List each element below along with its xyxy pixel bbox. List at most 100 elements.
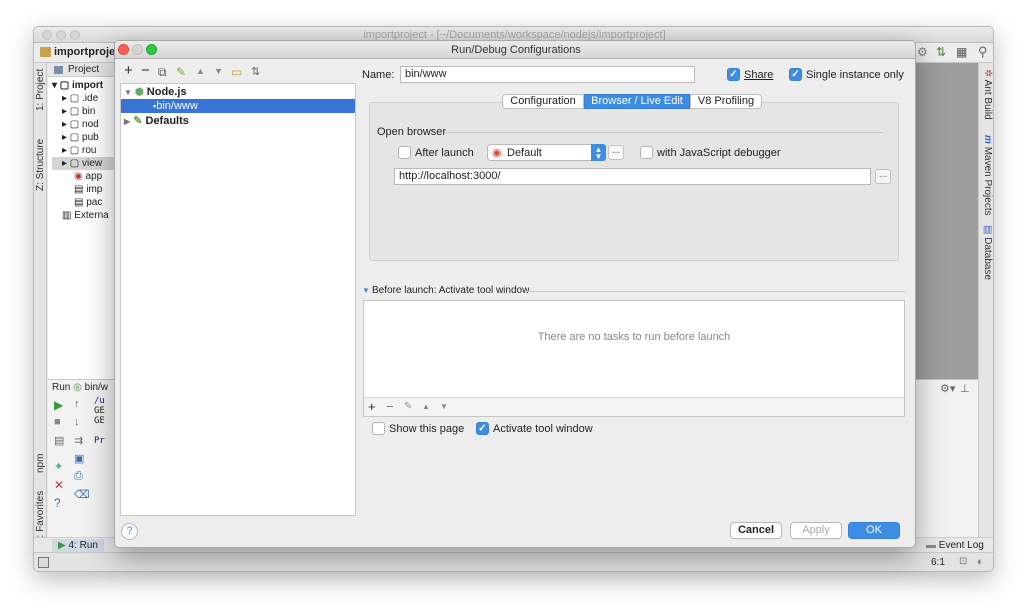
run-tool-tab[interactable]: ▶ 4: Run bbox=[52, 539, 104, 552]
single-instance-label[interactable]: Single instance only bbox=[806, 69, 904, 81]
url-browse-button[interactable]: ... bbox=[875, 169, 891, 184]
dialog-title: Run/Debug Configurations bbox=[115, 41, 915, 59]
right-tool-strip: ✲ Ant Build m Maven Projects ▤ Database bbox=[978, 63, 993, 537]
tab-configuration[interactable]: Configuration bbox=[502, 94, 584, 109]
before-launch-label: Before launch: Activate tool window bbox=[372, 285, 530, 296]
tab-browser-live-edit[interactable]: Browser / Live Edit bbox=[584, 94, 690, 109]
after-launch-checkbox[interactable] bbox=[398, 146, 411, 159]
status-bar: 6:1 ⊡ ◐ bbox=[34, 552, 993, 571]
run-tab-icon: ▶ bbox=[58, 540, 66, 551]
pin-icon[interactable]: ✦ bbox=[54, 460, 63, 473]
console-output[interactable]: /u GE GE Pr bbox=[94, 396, 105, 446]
layout-icon[interactable]: ▤ bbox=[54, 434, 64, 447]
structure-icon[interactable]: ▦ bbox=[956, 45, 967, 59]
share-checkbox[interactable]: ✓ bbox=[727, 68, 740, 81]
edit-task-icon[interactable]: ✎ bbox=[404, 401, 412, 412]
show-page-checkbox[interactable] bbox=[372, 422, 385, 435]
project-tab-label[interactable]: Project bbox=[68, 64, 99, 75]
dialog-minimize-light[interactable] bbox=[132, 44, 143, 55]
project-view-icon bbox=[54, 66, 63, 74]
chevron-updown-icon: ▲ ▼ bbox=[591, 144, 606, 161]
help-button[interactable]: ? bbox=[121, 523, 138, 540]
share-label[interactable]: Share bbox=[744, 69, 773, 81]
vcs-icon[interactable]: ⚙ bbox=[917, 45, 928, 59]
cancel-button[interactable]: Cancel bbox=[730, 522, 782, 539]
defaults-icon: ✎ bbox=[133, 115, 143, 127]
task-down-icon[interactable]: ▼ bbox=[440, 402, 448, 411]
wrap-icon[interactable]: ⇉ bbox=[74, 434, 83, 447]
sync-icon[interactable]: ⇅ bbox=[936, 45, 946, 59]
caret-position[interactable]: 6:1 bbox=[931, 557, 945, 568]
activate-window-checkbox[interactable]: ✓ bbox=[476, 422, 489, 435]
move-down-icon[interactable]: ▼ bbox=[214, 66, 223, 76]
browser-select[interactable]: ◉ Default ▲ ▼ bbox=[487, 144, 606, 161]
dialog-zoom-light[interactable] bbox=[146, 44, 157, 55]
activate-window-label[interactable]: Activate tool window bbox=[493, 423, 593, 435]
tree-node-defaults[interactable]: ▶ ✎ Defaults bbox=[124, 114, 354, 128]
tool-window-toggle-icon[interactable] bbox=[38, 557, 49, 568]
tree-node-bin-www[interactable]: ▪bin/www bbox=[121, 99, 355, 113]
hide-icon[interactable]: ⊥ bbox=[960, 382, 970, 395]
apply-button[interactable]: Apply bbox=[790, 522, 842, 539]
scroll-up-icon[interactable]: ↑ bbox=[74, 398, 80, 410]
stop-icon[interactable]: ■ bbox=[54, 416, 61, 428]
copy-config-icon[interactable]: ⧉ bbox=[158, 65, 167, 80]
section-divider bbox=[445, 132, 883, 133]
before-launch-divider bbox=[526, 291, 905, 292]
remove-config-icon[interactable]: − bbox=[141, 62, 150, 79]
tool-ant-build[interactable]: ✲ Ant Build bbox=[982, 69, 993, 120]
run-debug-dialog: Run/Debug Configurations + − ⧉ ✎ ▲ ▼ ▭ ⇅… bbox=[114, 40, 916, 548]
minimize-light[interactable] bbox=[56, 30, 66, 40]
dialog-close-light[interactable] bbox=[118, 44, 129, 55]
export-icon[interactable]: ⎙ bbox=[74, 470, 83, 483]
zoom-light[interactable] bbox=[70, 30, 80, 40]
search-icon[interactable]: ⚲ bbox=[978, 44, 988, 60]
left-tool-strip: 1: Project Z: Structure npm 2: Favorites bbox=[34, 63, 47, 543]
folder-icon[interactable]: ▭ bbox=[231, 65, 242, 79]
close-light[interactable] bbox=[42, 30, 52, 40]
tool-favorites[interactable]: 2: Favorites bbox=[35, 491, 46, 543]
trash-icon[interactable]: ⌫ bbox=[74, 488, 90, 501]
nodejs-icon: ⬢ bbox=[134, 87, 144, 98]
show-page-label[interactable]: Show this page bbox=[389, 423, 464, 435]
after-launch-label[interactable]: After launch bbox=[415, 147, 474, 159]
tree-node-nodejs[interactable]: ▼ ⬢ Node.js bbox=[124, 85, 354, 99]
tool-npm[interactable]: npm bbox=[35, 454, 46, 473]
task-up-icon[interactable]: ▲ bbox=[422, 402, 430, 411]
open-browser-label: Open browser bbox=[377, 126, 447, 138]
move-up-icon[interactable]: ▲ bbox=[196, 66, 205, 76]
js-debugger-label[interactable]: with JavaScript debugger bbox=[657, 147, 781, 159]
rerun-icon[interactable]: ▶ bbox=[54, 398, 63, 412]
print-icon[interactable]: ▣ bbox=[74, 452, 84, 465]
remove-task-icon[interactable]: − bbox=[386, 399, 394, 414]
tool-database[interactable]: ▤ Database bbox=[982, 225, 993, 280]
close-run-icon[interactable]: ✕ bbox=[54, 478, 64, 492]
edit-defaults-icon[interactable]: ✎ bbox=[176, 65, 186, 79]
name-input[interactable]: bin/www bbox=[400, 66, 695, 83]
add-task-icon[interactable]: + bbox=[368, 399, 376, 414]
ok-button[interactable]: OK bbox=[848, 522, 900, 539]
scroll-down-icon[interactable]: ↓ bbox=[74, 416, 80, 428]
browser-select-value: Default bbox=[507, 147, 542, 159]
help-run-icon[interactable]: ? bbox=[54, 496, 61, 510]
single-instance-checkbox[interactable]: ✓ bbox=[789, 68, 802, 81]
tool-project[interactable]: 1: Project bbox=[35, 69, 46, 111]
no-tasks-text: There are no tasks to run before launch bbox=[537, 331, 731, 343]
tool-maven[interactable]: m Maven Projects bbox=[982, 135, 993, 216]
event-log-tab[interactable]: ▬ Event Log bbox=[926, 539, 984, 552]
event-log-icon: ▬ bbox=[926, 540, 936, 551]
name-label: Name: bbox=[362, 69, 395, 81]
config-tree: ▼ ⬢ Node.js ▪bin/www ▶ ✎ Defaults bbox=[120, 83, 356, 516]
tasks-list[interactable]: There are no tasks to run before launch … bbox=[363, 300, 905, 417]
browser-browse-button[interactable]: ... bbox=[608, 145, 624, 160]
url-input[interactable]: http://localhost:3000/ bbox=[394, 168, 871, 185]
add-config-icon[interactable]: + bbox=[124, 62, 133, 79]
collapse-arrow-icon[interactable]: ▼ bbox=[362, 286, 370, 295]
settings-icon[interactable]: ⚙▾ bbox=[940, 382, 955, 395]
js-debugger-checkbox[interactable] bbox=[640, 146, 653, 159]
lock-icon[interactable]: ⊡ bbox=[959, 556, 967, 567]
tool-structure[interactable]: Z: Structure bbox=[35, 139, 46, 191]
sort-icon[interactable]: ⇅ bbox=[251, 65, 260, 78]
inspector-icon[interactable]: ◐ bbox=[977, 556, 984, 568]
tab-v8-profiling[interactable]: V8 Profiling bbox=[690, 94, 762, 109]
